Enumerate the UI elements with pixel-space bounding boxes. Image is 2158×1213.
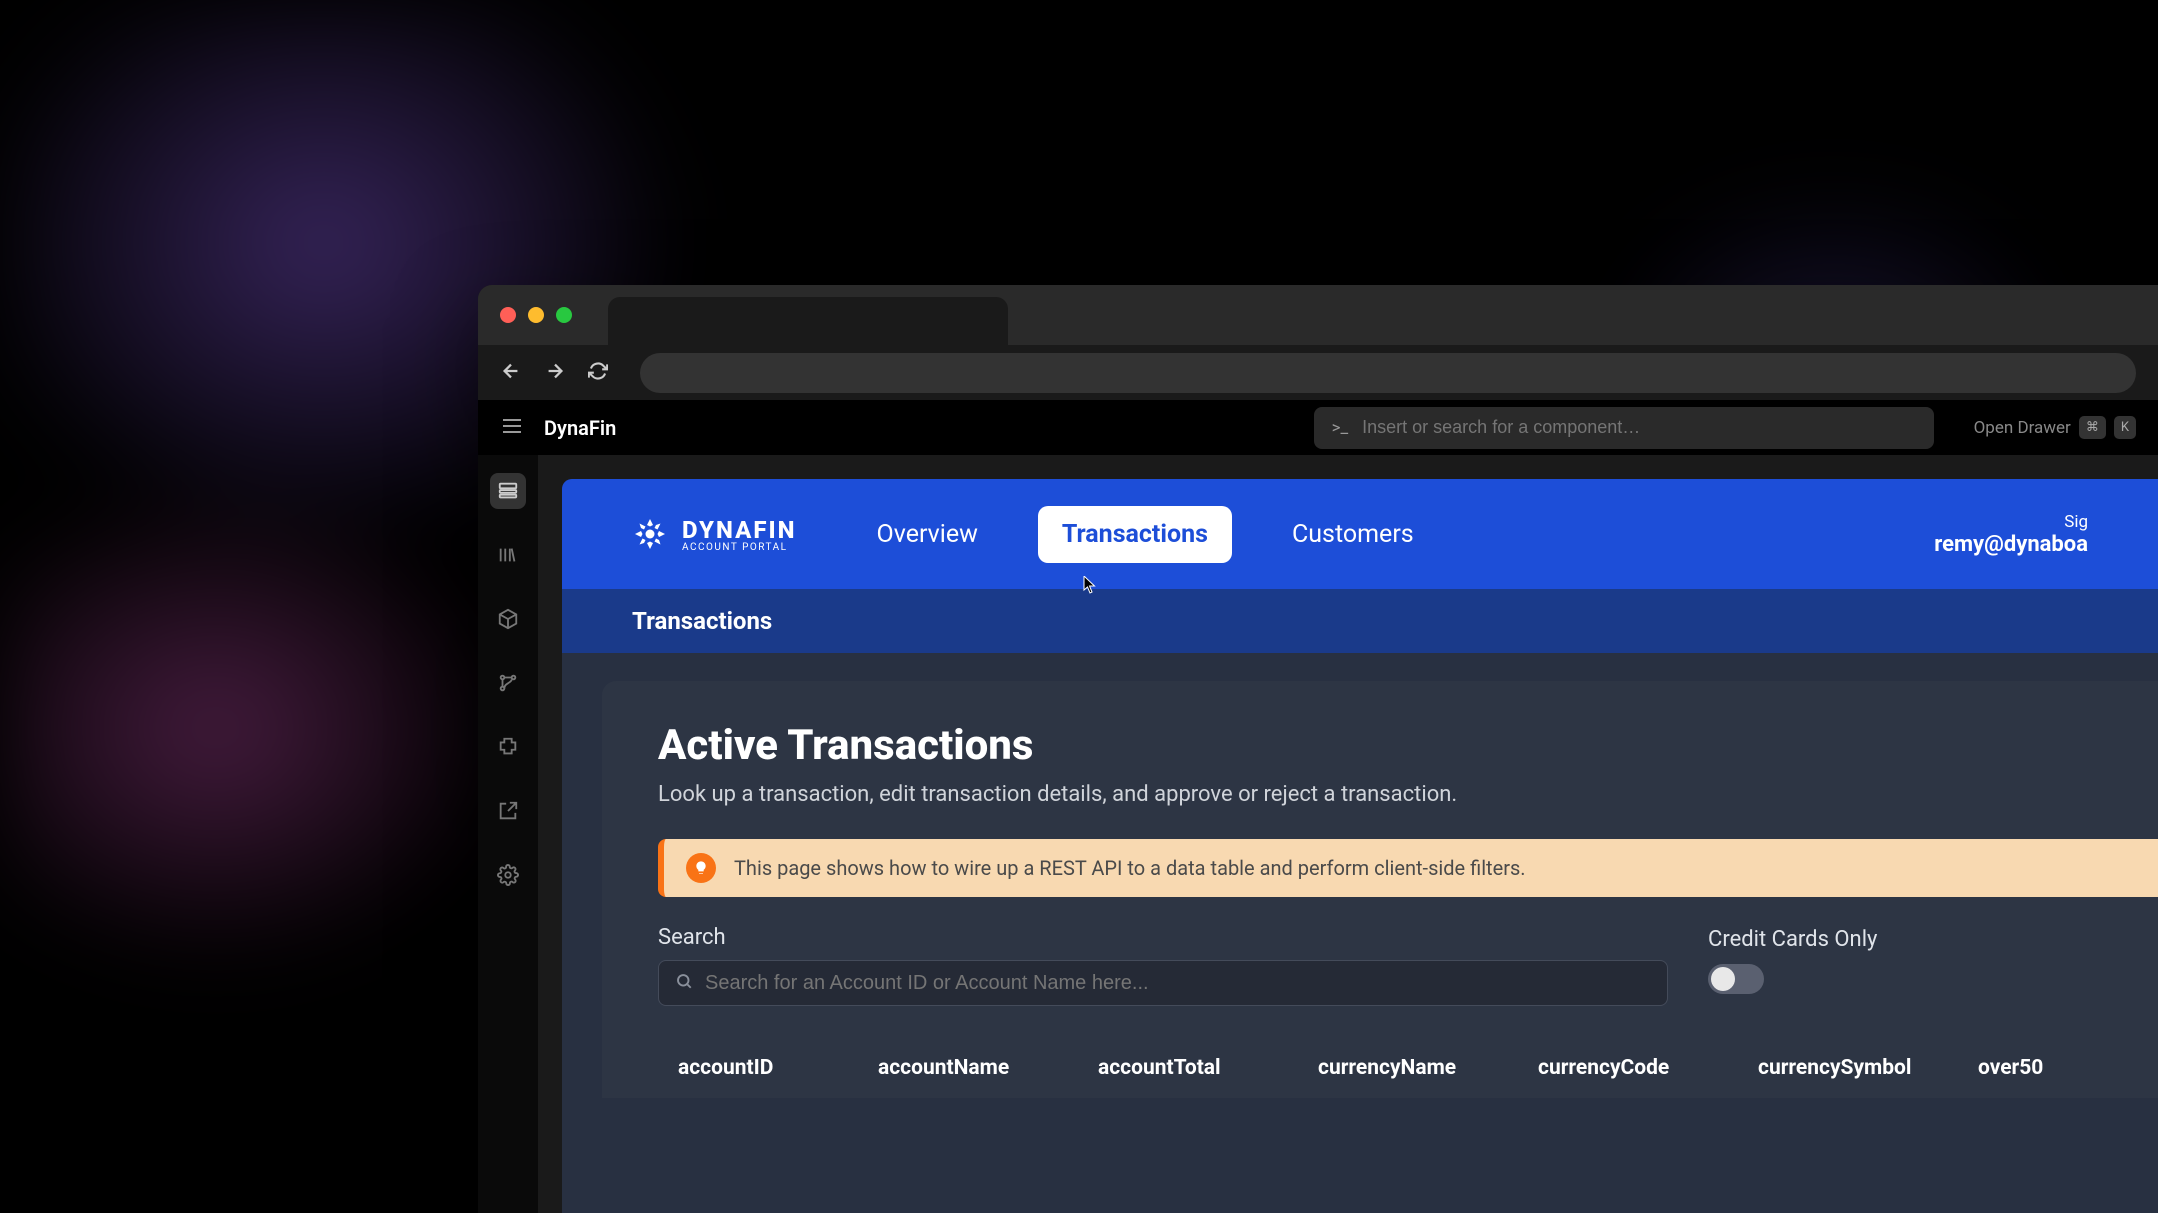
close-window-button[interactable]: [500, 307, 516, 323]
portal-logo: DYNAFIN ACCOUNT PORTAL: [632, 516, 797, 553]
app-title: DynaFin: [544, 416, 616, 440]
forward-icon[interactable]: [544, 360, 566, 386]
search-label: Search: [658, 925, 1668, 950]
info-text: This page shows how to wire up a REST AP…: [734, 856, 1526, 880]
portal-user-signin-label: Sig: [1934, 512, 2088, 532]
column-accountname[interactable]: accountName: [878, 1056, 1088, 1080]
browser-tab-bar: [478, 285, 2158, 345]
sidebar: [478, 455, 538, 1213]
portal-user-email: remy@dynaboa: [1934, 532, 2088, 557]
app-header: DynaFin >_ Open Drawer ⌘ K: [478, 400, 2158, 455]
toggle-block: Credit Cards Only: [1708, 925, 1877, 1006]
page-title: Active Transactions: [658, 721, 2158, 770]
sidebar-puzzle-icon[interactable]: [490, 729, 526, 765]
kbd-cmd: ⌘: [2079, 416, 2106, 439]
breadcrumb: Transactions: [632, 607, 772, 635]
portal-logo-sub: ACCOUNT PORTAL: [682, 542, 797, 553]
info-banner: This page shows how to wire up a REST AP…: [658, 839, 2158, 897]
transaction-search-input[interactable]: [705, 972, 1651, 995]
content-panel: Active Transactions Look up a transactio…: [602, 681, 2158, 1098]
component-search-input[interactable]: [1362, 417, 1915, 438]
main-canvas: DYNAFIN ACCOUNT PORTAL Overview Transact…: [538, 455, 2158, 1213]
column-accountid[interactable]: accountID: [678, 1056, 868, 1080]
toggle-knob: [1711, 967, 1735, 991]
filter-row: Search Credit Cards Only: [658, 925, 2158, 1006]
logo-mark-icon: [632, 516, 668, 552]
portal-logo-main: DYNAFIN: [682, 516, 797, 544]
table-header: accountID accountName accountTotal curre…: [658, 1038, 2158, 1098]
sidebar-library-icon[interactable]: [490, 537, 526, 573]
back-icon[interactable]: [500, 360, 522, 386]
credit-cards-toggle-label: Credit Cards Only: [1708, 927, 1877, 952]
browser-tab[interactable]: [608, 297, 1008, 345]
column-over50[interactable]: over50: [1978, 1056, 2108, 1080]
reload-icon[interactable]: [588, 361, 608, 385]
minimize-window-button[interactable]: [528, 307, 544, 323]
tab-transactions[interactable]: Transactions: [1038, 506, 1232, 563]
open-drawer-label: Open Drawer: [1974, 418, 2071, 438]
terminal-prompt-icon: >_: [1332, 418, 1349, 438]
credit-cards-toggle[interactable]: [1708, 964, 1764, 994]
app-body: DYNAFIN ACCOUNT PORTAL Overview Transact…: [478, 455, 2158, 1213]
window-controls: [500, 307, 572, 323]
tab-overview[interactable]: Overview: [853, 506, 1002, 563]
kbd-k: K: [2114, 416, 2136, 439]
portal-header: DYNAFIN ACCOUNT PORTAL Overview Transact…: [562, 479, 2158, 589]
column-currencysymbol[interactable]: currencySymbol: [1758, 1056, 1968, 1080]
browser-nav-bar: [478, 345, 2158, 400]
page-subtitle: Look up a transaction, edit transaction …: [658, 782, 2158, 807]
search-icon: [675, 972, 693, 994]
open-drawer-hint[interactable]: Open Drawer ⌘ K: [1974, 416, 2136, 439]
search-block: Search: [658, 925, 1668, 1006]
portal-subheader: Transactions: [562, 589, 2158, 653]
search-input-wrap[interactable]: [658, 960, 1668, 1006]
cursor-icon: [1083, 576, 1097, 594]
lightbulb-icon: [686, 853, 716, 883]
column-currencycode[interactable]: currencyCode: [1538, 1056, 1748, 1080]
browser-window: DynaFin >_ Open Drawer ⌘ K: [478, 285, 2158, 1213]
maximize-window-button[interactable]: [556, 307, 572, 323]
menu-icon[interactable]: [500, 414, 524, 442]
tab-customers[interactable]: Customers: [1268, 506, 1438, 563]
sidebar-layers-icon[interactable]: [490, 473, 526, 509]
portal-frame: DYNAFIN ACCOUNT PORTAL Overview Transact…: [562, 479, 2158, 1213]
column-currencyname[interactable]: currencyName: [1318, 1056, 1528, 1080]
url-bar[interactable]: [640, 353, 2136, 393]
sidebar-export-icon[interactable]: [490, 793, 526, 829]
portal-user: Sig remy@dynaboa: [1934, 512, 2088, 557]
sidebar-cube-icon[interactable]: [490, 601, 526, 637]
component-search[interactable]: >_: [1314, 407, 1934, 449]
portal-tabs: Overview Transactions Customers: [853, 506, 1438, 563]
sidebar-settings-icon[interactable]: [490, 857, 526, 893]
column-accounttotal[interactable]: accountTotal: [1098, 1056, 1308, 1080]
sidebar-branch-icon[interactable]: [490, 665, 526, 701]
